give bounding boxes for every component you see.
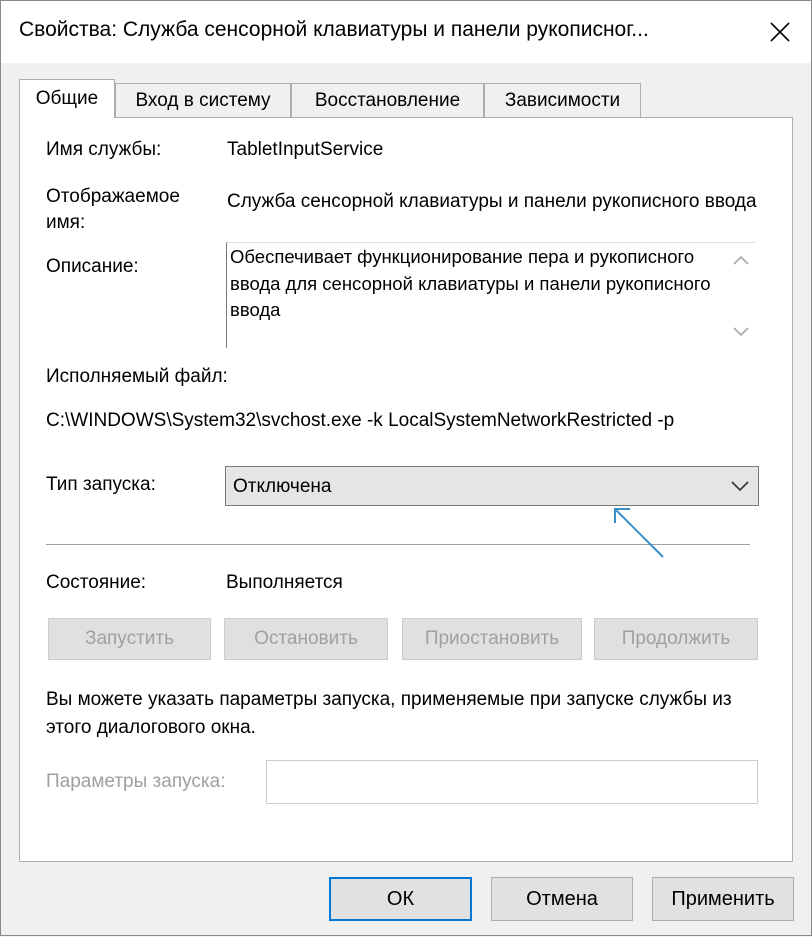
service-name-value: TabletInputService — [227, 139, 384, 160]
display-name-label-line2: имя: — [46, 212, 86, 233]
startup-params-label: Параметры запуска: — [46, 771, 226, 792]
tab-dependencies[interactable]: Зависимости — [484, 83, 641, 117]
title-bar[interactable]: Свойства: Служба сенсорной клавиатуры и … — [1, 1, 811, 63]
status-value: Выполняется — [226, 572, 343, 593]
close-icon — [770, 22, 790, 42]
window-title: Свойства: Служба сенсорной клавиатуры и … — [19, 18, 649, 41]
pause-button[interactable]: Приостановить — [402, 618, 582, 660]
executable-label: Исполняемый файл: — [46, 366, 228, 387]
tab-logon[interactable]: Вход в систему — [115, 83, 291, 117]
chevron-down-icon[interactable] — [726, 319, 756, 343]
chevron-down-icon — [731, 481, 749, 492]
start-button[interactable]: Запустить — [48, 618, 211, 660]
display-name-value[interactable]: Служба сенсорной клавиатуры и панели рук… — [227, 191, 760, 213]
resume-button[interactable]: Продолжить — [594, 618, 758, 660]
cancel-button[interactable]: Отмена — [491, 877, 633, 921]
startup-type-selected: Отключена — [233, 476, 332, 497]
description-scrollbar[interactable] — [726, 243, 756, 347]
section-divider — [46, 544, 750, 545]
description-label: Описание: — [46, 256, 139, 277]
description-box[interactable]: Обеспечивает функционирование пера и рук… — [226, 242, 756, 348]
startup-type-label: Тип запуска: — [46, 474, 156, 495]
executable-path[interactable]: C:\WINDOWS\System32\svchost.exe -k Local… — [46, 410, 760, 432]
ok-button[interactable]: ОК — [329, 877, 472, 921]
service-properties-dialog: Свойства: Служба сенсорной клавиатуры и … — [0, 0, 812, 936]
chevron-up-icon[interactable] — [726, 249, 756, 273]
tab-recovery[interactable]: Восстановление — [291, 83, 484, 117]
description-text: Обеспечивает функционирование пера и рук… — [230, 246, 711, 320]
apply-button[interactable]: Применить — [652, 877, 794, 921]
general-tab-panel: Имя службы: TabletInputService Отображае… — [19, 117, 793, 862]
tab-strip: Общие Вход в систему Восстановление Зави… — [19, 79, 799, 118]
status-label: Состояние: — [46, 572, 147, 593]
startup-params-hint: Вы можете указать параметры запуска, при… — [46, 689, 732, 738]
service-name-label: Имя службы: — [46, 139, 162, 160]
display-name-label-line1: Отображаемое — [46, 186, 180, 207]
startup-type-select[interactable]: Отключена — [225, 466, 759, 506]
close-button[interactable] — [749, 1, 811, 63]
stop-button[interactable]: Остановить — [224, 618, 388, 660]
tab-general[interactable]: Общие — [19, 79, 115, 118]
startup-params-input[interactable] — [266, 760, 758, 804]
